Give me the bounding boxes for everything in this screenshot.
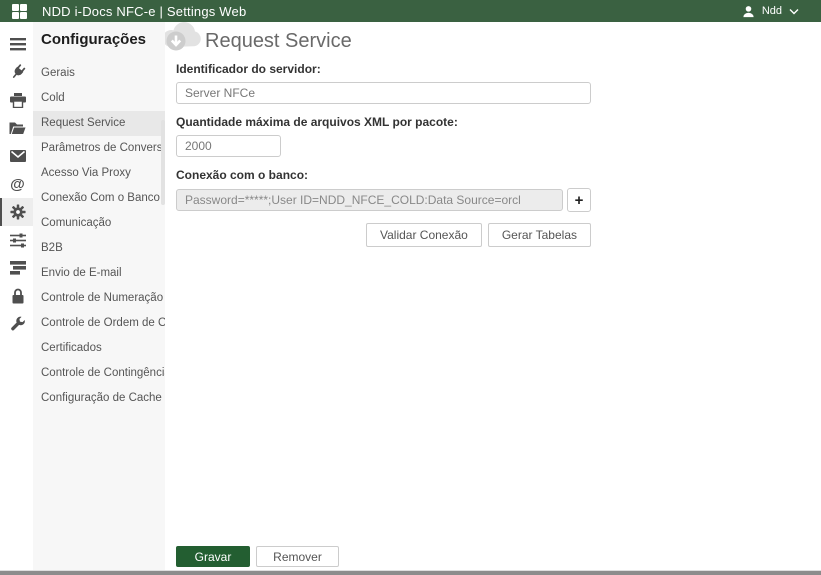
rail-tools-button[interactable] — [0, 310, 33, 338]
sidebar-item-comunicacao[interactable]: Comunicação — [33, 211, 165, 236]
sidebar-item-configuracao-cache[interactable]: Configuração de Cache — [33, 386, 165, 411]
server-id-input[interactable] — [176, 82, 591, 104]
server-stack-icon — [9, 261, 26, 275]
sidebar-item-gerais[interactable]: Gerais — [33, 61, 165, 86]
horizontal-scrollbar[interactable] — [0, 570, 821, 575]
rail-tuning-button[interactable] — [0, 226, 33, 254]
printer-icon — [9, 92, 26, 108]
user-menu[interactable]: Ndd — [742, 5, 813, 18]
rail-connection-button[interactable] — [0, 58, 33, 86]
db-connection-label: Conexão com o banco: — [176, 168, 309, 182]
validate-connection-button[interactable]: Validar Conexão — [366, 223, 482, 247]
top-bar: NDD i-Docs NFC-e | Settings Web Ndd — [0, 0, 821, 22]
wrench-icon — [10, 316, 25, 331]
mail-icon — [9, 150, 26, 162]
sidebar-item-certificados[interactable]: Certificados — [33, 336, 165, 361]
sidebar-item-controle-numeracao[interactable]: Controle de Numeração — [33, 286, 165, 311]
sidebar-item-controle-contingencia[interactable]: Controle de Contingência — [33, 361, 165, 386]
user-name: Ndd — [761, 5, 782, 17]
page-title: Request Service — [205, 30, 352, 52]
settings-sidebar: Configurações Gerais Cold Request Servic… — [33, 22, 165, 570]
gear-icon — [9, 204, 26, 220]
menu-icon — [9, 37, 26, 50]
save-button[interactable]: Gravar — [176, 546, 250, 567]
server-id-label: Identificador do servidor: — [176, 62, 321, 76]
sidebar-item-cold[interactable]: Cold — [33, 86, 165, 111]
add-connection-button[interactable]: + — [567, 188, 591, 212]
user-icon — [743, 5, 754, 17]
app-launcher-icon[interactable] — [12, 3, 27, 19]
icon-rail: @ — [0, 22, 33, 570]
request-service-form: Identificador do servidor: Quantidade má… — [176, 56, 591, 247]
chevron-down-icon — [789, 8, 799, 14]
generate-tables-button[interactable]: Gerar Tabelas — [487, 223, 591, 247]
sidebar-item-envio-email[interactable]: Envio de E-mail — [33, 261, 165, 286]
db-connection-input[interactable] — [176, 189, 563, 211]
rail-mail-button[interactable] — [0, 142, 33, 170]
rail-at-button[interactable]: @ — [0, 170, 33, 198]
sidebar-item-b2b[interactable]: B2B — [33, 236, 165, 261]
main-panel: Request Service Identificador do servido… — [165, 22, 821, 570]
sidebar-title: Configurações — [41, 31, 147, 48]
plug-icon — [12, 64, 25, 78]
rail-menu-button[interactable] — [0, 30, 33, 58]
app-title: NDD i-Docs NFC-e | Settings Web — [42, 3, 247, 19]
rail-settings-button[interactable] — [0, 198, 33, 226]
horizontal-scrollbar-thumb[interactable] — [0, 571, 821, 575]
sidebar-item-request-service[interactable]: Request Service — [33, 111, 165, 136]
sidebar-item-parametros-conversao[interactable]: Parâmetros de Conversão — [33, 136, 165, 161]
remove-button[interactable]: Remover — [256, 546, 339, 567]
lock-icon — [12, 288, 23, 304]
at-icon: @ — [10, 175, 25, 193]
rail-services-button[interactable] — [0, 254, 33, 282]
rail-print-button[interactable] — [0, 86, 33, 114]
rail-files-button[interactable] — [0, 114, 33, 142]
rail-security-button[interactable] — [0, 282, 33, 310]
xml-per-package-label: Quantidade máxima de arquivos XML por pa… — [176, 115, 458, 129]
sidebar-item-controle-ordem-operacao[interactable]: Controle de Ordem de Operação — [33, 311, 165, 336]
folder-open-icon — [9, 122, 26, 134]
cloud-download-icon — [165, 22, 201, 51]
sidebar-item-conexao-banco[interactable]: Conexão Com o Banco de Dados — [33, 186, 165, 211]
xml-per-package-input[interactable] — [176, 135, 281, 157]
sidebar-item-acesso-proxy[interactable]: Acesso Via Proxy — [33, 161, 165, 186]
sliders-icon — [9, 233, 26, 247]
